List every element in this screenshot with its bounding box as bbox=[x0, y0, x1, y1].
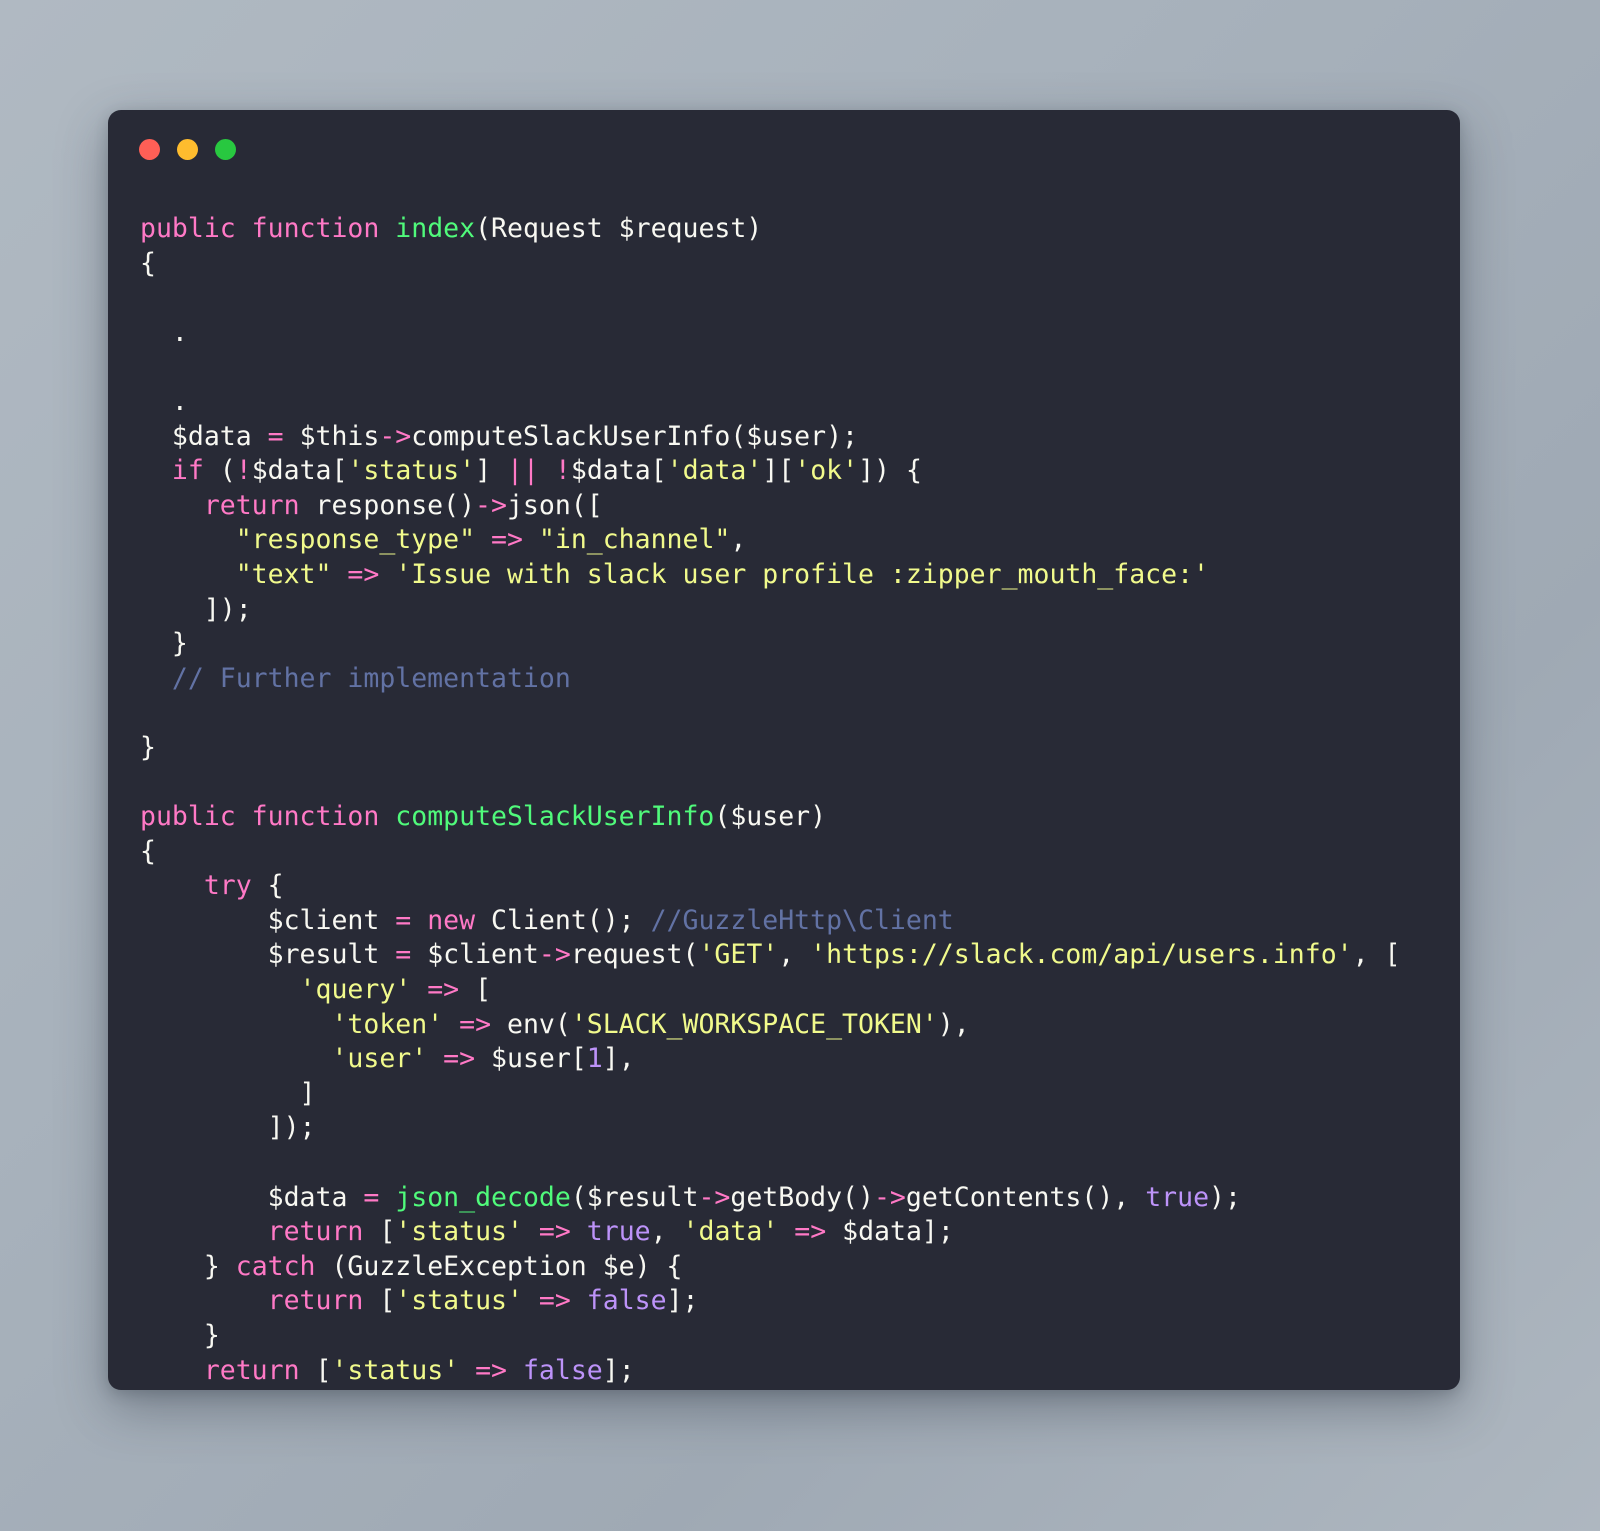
minimize-button[interactable] bbox=[177, 138, 198, 160]
window-title-bar bbox=[108, 110, 1460, 188]
close-button[interactable] bbox=[139, 138, 160, 160]
source-code-block[interactable]: public function index(Request $request) … bbox=[140, 212, 1460, 1390]
screenshot-canvas: public function index(Request $request) … bbox=[0, 0, 1600, 1531]
code-editor-area[interactable]: public function index(Request $request) … bbox=[108, 188, 1460, 1390]
code-window: public function index(Request $request) … bbox=[108, 110, 1460, 1390]
maximize-button[interactable] bbox=[215, 138, 236, 160]
